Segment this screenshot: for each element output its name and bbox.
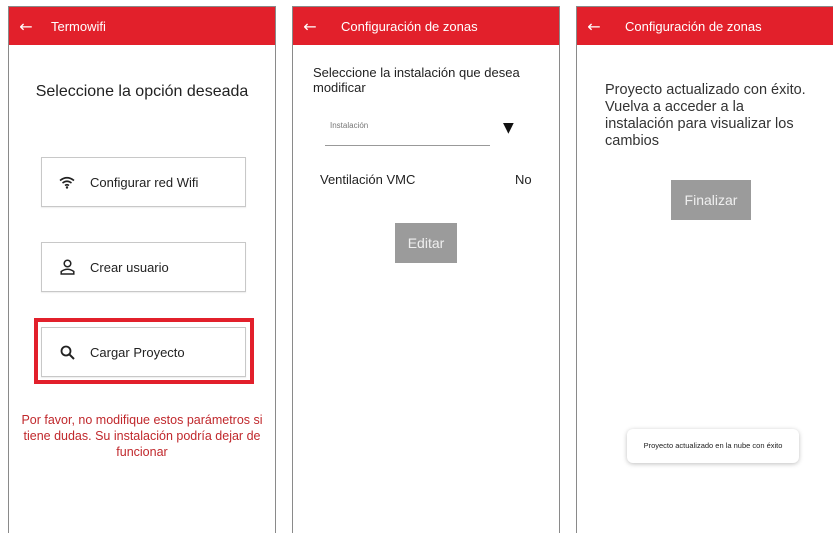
- app-bar: ← Termowifi: [9, 7, 275, 45]
- page-heading: Seleccione la opción deseada: [35, 83, 249, 100]
- search-icon: [56, 345, 78, 360]
- toast-notification: Proyecto actualizado en la nube con éxit…: [627, 429, 799, 463]
- toast-text: Proyecto actualizado en la nube con éxit…: [643, 441, 783, 450]
- back-arrow-icon[interactable]: ←: [293, 17, 327, 36]
- finish-button[interactable]: Finalizar: [671, 180, 751, 220]
- load-project-button[interactable]: Cargar Proyecto: [41, 327, 246, 377]
- success-message: Proyecto actualizado con éxito. Vuelva a…: [605, 82, 806, 149]
- create-user-label: Crear usuario: [90, 259, 169, 275]
- installation-select-underline: [325, 145, 490, 146]
- app-bar-title: Termowifi: [51, 18, 106, 34]
- create-user-button[interactable]: Crear usuario: [41, 242, 246, 292]
- vmc-ventilation-value: No: [515, 172, 532, 187]
- installation-prompt: Seleccione la instalación que desea modi…: [313, 65, 520, 95]
- warning-text: Por favor, no modifique estos parámetros…: [21, 413, 263, 459]
- app-bar-title: Configuración de zonas: [625, 18, 762, 34]
- user-icon: [56, 259, 78, 275]
- screen-termowifi-menu: ← Termowifi Seleccione la opción deseada…: [8, 6, 276, 533]
- screen-update-success: ← Configuración de zonas Proyecto actual…: [576, 6, 833, 533]
- triangle-down-icon[interactable]: ▼: [503, 120, 514, 136]
- edit-button[interactable]: Editar: [395, 223, 457, 263]
- installation-select-placeholder[interactable]: Instalación: [330, 121, 368, 130]
- app-bar: ← Configuración de zonas: [293, 7, 559, 45]
- screen-zone-configuration: ← Configuración de zonas Seleccione la i…: [292, 6, 560, 533]
- back-arrow-icon[interactable]: ←: [577, 17, 611, 36]
- configure-wifi-button[interactable]: Configurar red Wifi: [41, 157, 246, 207]
- vmc-ventilation-label: Ventilación VMC: [320, 172, 416, 187]
- configure-wifi-label: Configurar red Wifi: [90, 174, 199, 190]
- load-project-label: Cargar Proyecto: [90, 344, 185, 360]
- wifi-icon: [56, 176, 78, 189]
- back-arrow-icon[interactable]: ←: [9, 17, 43, 36]
- app-bar-title: Configuración de zonas: [341, 18, 478, 34]
- app-bar: ← Configuración de zonas: [577, 7, 833, 45]
